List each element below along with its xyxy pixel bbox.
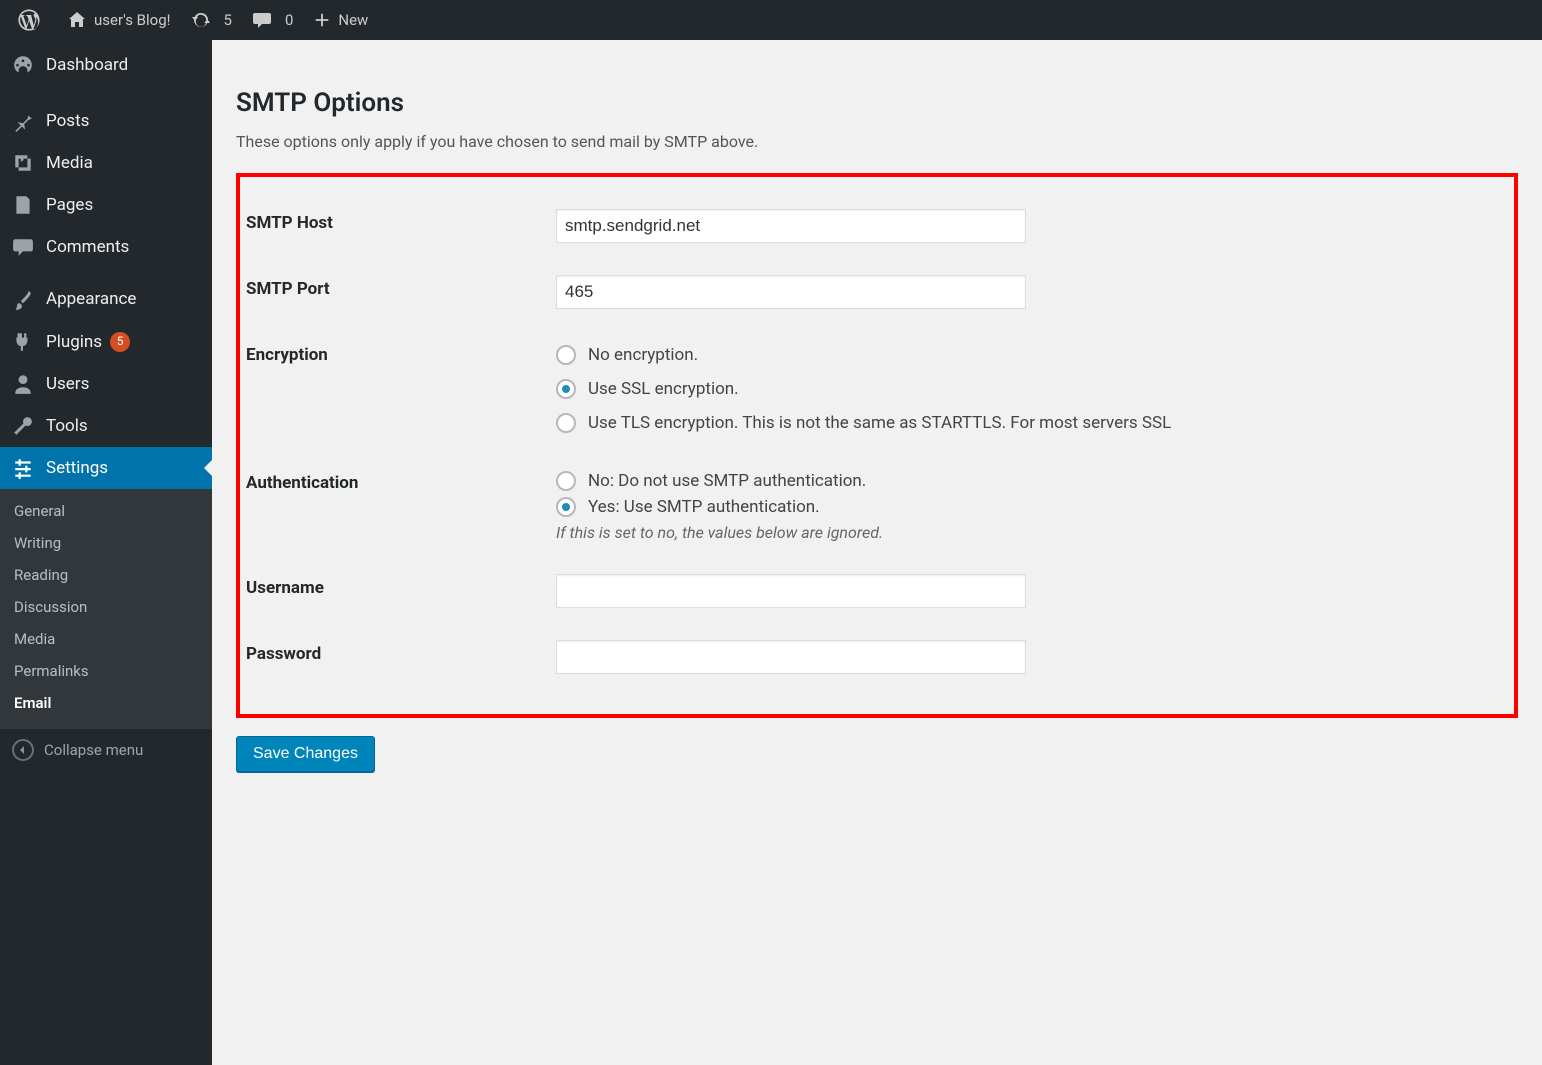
submenu-email[interactable]: Email (0, 687, 212, 719)
sidebar-item-pages[interactable]: Pages (0, 184, 212, 226)
collapse-icon (12, 739, 34, 761)
update-icon (191, 10, 211, 30)
sidebar-item-media[interactable]: Media (0, 142, 212, 184)
smtp-settings-box: SMTP Host SMTP Port Encryption No encryp… (236, 173, 1518, 718)
sidebar-item-label: Posts (46, 110, 89, 132)
sidebar-item-label: Comments (46, 236, 129, 258)
updates-count: 5 (224, 11, 232, 29)
smtp-port-label: SMTP Port (246, 259, 546, 325)
submenu-writing[interactable]: Writing (0, 527, 212, 559)
submenu-permalinks[interactable]: Permalinks (0, 655, 212, 687)
new-content-label: New (338, 11, 368, 29)
sidebar-item-label: Appearance (46, 288, 136, 310)
save-changes-button[interactable]: Save Changes (236, 736, 375, 772)
smtp-password-input[interactable] (556, 640, 1026, 674)
sidebar-item-label: Media (46, 152, 93, 174)
admin-sidebar: Dashboard Posts Media Pages Comments App… (0, 40, 212, 1065)
section-title: SMTP Options (236, 88, 1518, 118)
sidebar-item-label: Settings (46, 457, 108, 479)
sidebar-item-appearance[interactable]: Appearance (0, 278, 212, 320)
username-label: Username (246, 558, 546, 624)
encryption-label: Encryption (246, 325, 546, 453)
wp-logo[interactable] (8, 0, 57, 40)
pin-icon (12, 110, 34, 132)
sidebar-item-users[interactable]: Users (0, 363, 212, 405)
site-title-link[interactable]: user's Blog! (57, 0, 181, 40)
auth-yes-label: Yes: Use SMTP authentication. (588, 497, 820, 517)
smtp-host-input[interactable] (556, 209, 1026, 243)
authentication-label: Authentication (246, 453, 546, 558)
sidebar-item-label: Dashboard (46, 54, 128, 76)
submenu-reading[interactable]: Reading (0, 559, 212, 591)
new-content-link[interactable]: New (303, 0, 378, 40)
smtp-port-input[interactable] (556, 275, 1026, 309)
smtp-username-input[interactable] (556, 574, 1026, 608)
site-title-text: user's Blog! (94, 11, 171, 29)
dashboard-icon (12, 54, 34, 76)
sidebar-item-comments[interactable]: Comments (0, 226, 212, 268)
media-icon (12, 152, 34, 174)
submenu-media[interactable]: Media (0, 623, 212, 655)
collapse-label: Collapse menu (44, 741, 143, 759)
submenu-discussion[interactable]: Discussion (0, 591, 212, 623)
encryption-tls-radio[interactable] (556, 413, 576, 433)
sidebar-item-label: Pages (46, 194, 93, 216)
sidebar-item-label: Users (46, 373, 89, 395)
encryption-ssl-radio[interactable] (556, 379, 576, 399)
encryption-none-radio[interactable] (556, 345, 576, 365)
encryption-tls-label: Use TLS encryption. This is not the same… (588, 413, 1171, 433)
main-content: SMTP Options These options only apply if… (212, 40, 1542, 1065)
submenu-general[interactable]: General (0, 495, 212, 527)
comments-link[interactable]: 0 (242, 0, 303, 40)
sidebar-item-label: Tools (46, 415, 88, 437)
encryption-none-label: No encryption. (588, 345, 698, 365)
sidebar-item-label: Plugins (46, 331, 102, 353)
plug-icon (12, 331, 34, 353)
sidebar-item-plugins[interactable]: Plugins 5 (0, 321, 212, 363)
brush-icon (12, 289, 34, 311)
sidebar-item-dashboard[interactable]: Dashboard (0, 40, 212, 90)
collapse-menu[interactable]: Collapse menu (0, 729, 212, 771)
settings-submenu: General Writing Reading Discussion Media… (0, 489, 212, 729)
auth-note: If this is set to no, the values below a… (556, 523, 1484, 542)
home-icon (67, 10, 87, 30)
sidebar-item-settings[interactable]: Settings (0, 447, 212, 489)
auth-no-label: No: Do not use SMTP authentication. (588, 471, 866, 491)
smtp-form-table: SMTP Host SMTP Port Encryption No encryp… (246, 193, 1494, 690)
wrench-icon (12, 415, 34, 437)
sliders-icon (12, 457, 34, 479)
pages-icon (12, 194, 34, 216)
plus-icon (313, 11, 331, 29)
wordpress-icon (18, 9, 40, 31)
encryption-ssl-label: Use SSL encryption. (588, 379, 739, 399)
admin-bar: user's Blog! 5 0 New (0, 0, 1542, 40)
auth-yes-radio[interactable] (556, 497, 576, 517)
comments-icon (12, 236, 34, 258)
updates-link[interactable]: 5 (181, 0, 242, 40)
password-label: Password (246, 624, 546, 690)
sidebar-item-tools[interactable]: Tools (0, 405, 212, 447)
auth-no-radio[interactable] (556, 471, 576, 491)
comment-icon (252, 10, 272, 30)
comments-count: 0 (285, 11, 293, 29)
user-icon (12, 373, 34, 395)
sidebar-item-posts[interactable]: Posts (0, 100, 212, 142)
section-description: These options only apply if you have cho… (236, 132, 1518, 151)
smtp-host-label: SMTP Host (246, 193, 546, 259)
plugins-update-badge: 5 (110, 332, 130, 352)
